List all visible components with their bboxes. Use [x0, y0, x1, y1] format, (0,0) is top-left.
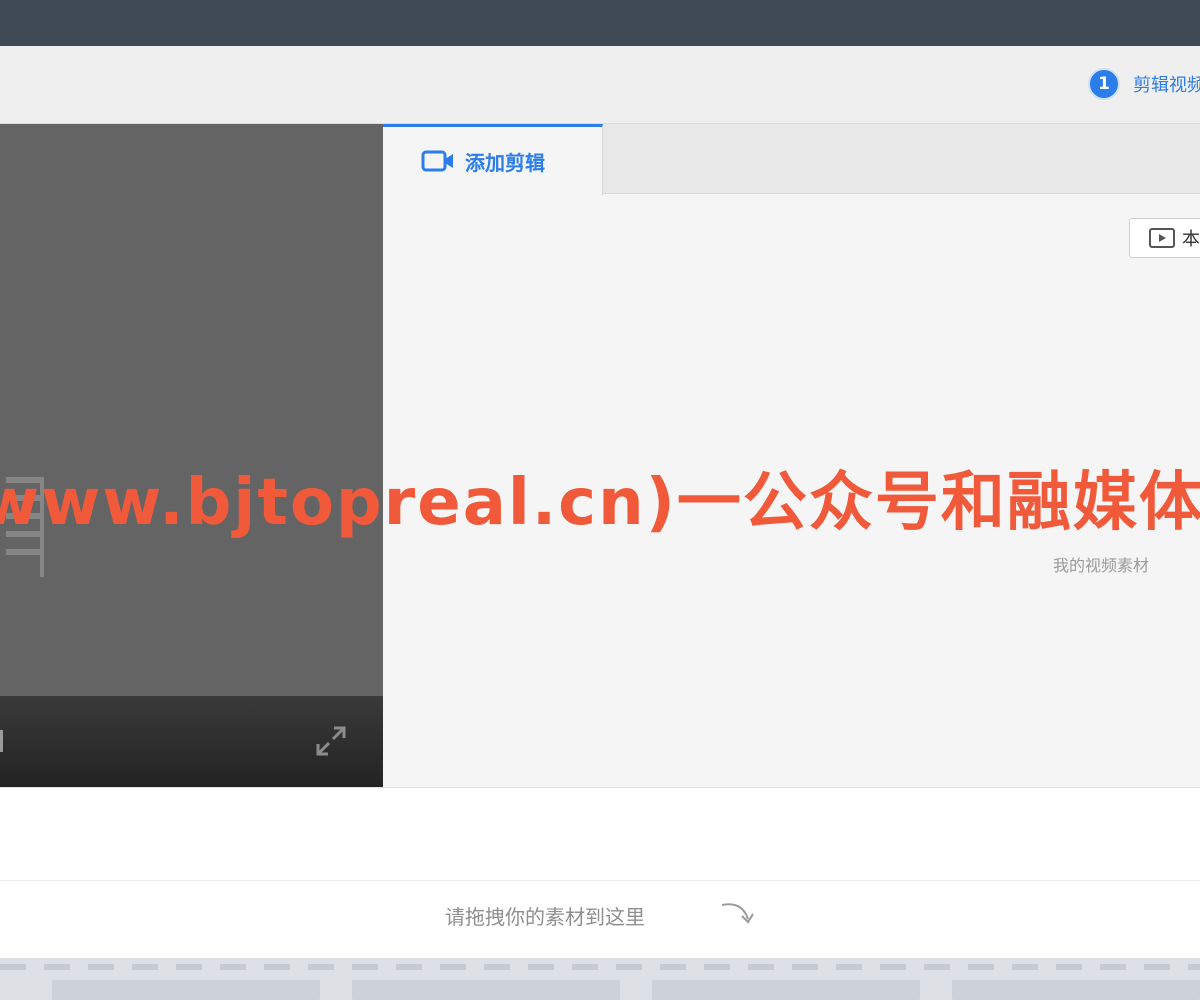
tab-label: 添加剪辑 — [465, 150, 545, 175]
timeline-track-area — [0, 958, 1200, 1000]
step-label: 剪辑视频 — [1133, 75, 1200, 96]
fullscreen-icon[interactable] — [314, 724, 348, 758]
timeline-slot[interactable] — [952, 980, 1200, 1000]
material-panel: 添加剪辑 本地 我的视频素材 — [383, 124, 1200, 787]
timeline-slot[interactable] — [52, 980, 320, 1000]
step-number-badge: 1 — [1088, 68, 1120, 100]
drop-hint-text: 请拖拽你的素材到这里 — [445, 905, 645, 929]
tab-strip: 添加剪辑 — [383, 124, 1200, 195]
local-upload-button[interactable]: 本地 — [1129, 218, 1200, 258]
timeline-header — [0, 787, 1200, 880]
local-button-label: 本地 — [1182, 229, 1200, 250]
top-navigation-bar — [0, 0, 1200, 46]
timeline-drop-zone[interactable]: 请拖拽你的素材到这里 — [0, 880, 1200, 958]
timeline-slot[interactable] — [352, 980, 620, 1000]
play-file-icon — [1149, 228, 1175, 248]
video-preview-pane — [0, 124, 383, 787]
play-control-icon[interactable] — [0, 726, 10, 756]
video-editor-page: 1 剪辑视频 添加剪辑 本 我的视频素材 www.bjtopreal.cn)一公… — [0, 0, 1200, 1000]
my-video-material-label[interactable]: 我的视频素材 — [1053, 552, 1149, 576]
tab-add-clip[interactable]: 添加剪辑 — [383, 124, 603, 195]
timeline-ruler — [0, 964, 1200, 970]
video-camera-icon — [421, 150, 453, 172]
curved-arrow-icon — [721, 903, 754, 924]
player-controls-bar — [0, 696, 383, 787]
step-edit-video[interactable]: 1 剪辑视频 — [1088, 68, 1200, 100]
preview-placeholder-graphic — [6, 477, 44, 577]
timeline-slot[interactable] — [652, 980, 920, 1000]
steps-bar: 1 剪辑视频 — [0, 46, 1200, 124]
